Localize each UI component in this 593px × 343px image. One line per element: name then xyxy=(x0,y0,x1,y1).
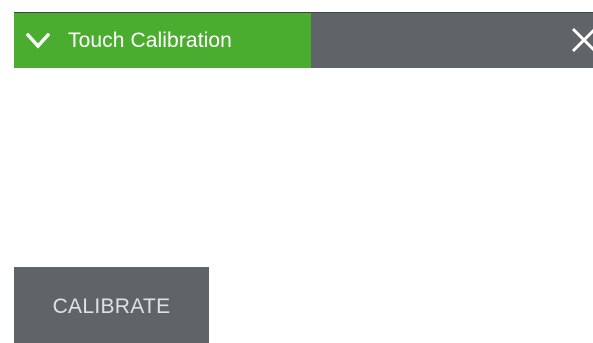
left-margin xyxy=(0,10,14,343)
touch-calibration-tab[interactable]: Touch Calibration xyxy=(14,13,311,68)
panel-title: Touch Calibration xyxy=(68,28,232,52)
close-icon[interactable] xyxy=(569,25,593,55)
panel-header: Touch Calibration xyxy=(14,12,593,68)
panel-content xyxy=(14,68,593,267)
calibrate-button-label: CALIBRATE xyxy=(52,294,171,318)
touch-calibration-panel: Touch Calibration CALIBRATE xyxy=(0,0,593,343)
chevron-down-icon[interactable] xyxy=(24,31,52,51)
calibrate-button[interactable]: CALIBRATE xyxy=(14,267,209,343)
